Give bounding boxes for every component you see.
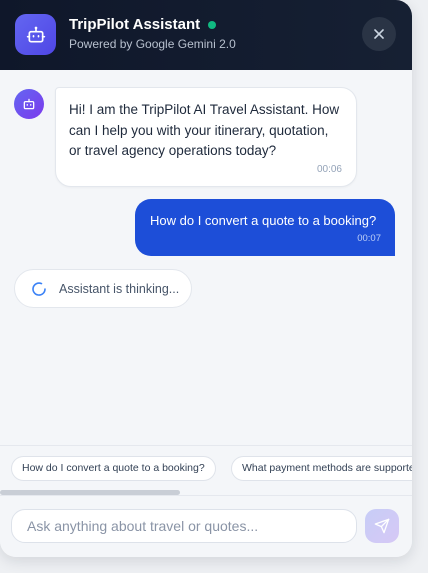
chat-panel: TripPilot Assistant Powered by Google Ge… — [0, 0, 412, 557]
send-button[interactable] — [365, 509, 399, 543]
robot-icon — [15, 14, 56, 55]
suggestion-chip[interactable]: How do I convert a quote to a booking? — [11, 456, 216, 481]
suggestion-chip[interactable]: What payment methods are supported? — [231, 456, 412, 481]
assistant-avatar — [14, 89, 44, 119]
chat-header: TripPilot Assistant Powered by Google Ge… — [0, 0, 412, 70]
message-timestamp: 00:07 — [357, 233, 381, 244]
composer — [0, 495, 412, 557]
user-message-text: How do I convert a quote to a booking? — [150, 213, 377, 228]
robot-icon — [23, 98, 35, 110]
suggestions-bar: How do I convert a quote to a booking? W… — [0, 445, 412, 496]
assistant-subtitle: Powered by Google Gemini 2.0 — [69, 37, 236, 51]
close-button[interactable] — [362, 17, 396, 51]
close-icon — [374, 29, 384, 39]
online-status-indicator — [208, 20, 217, 29]
thinking-indicator: Assistant is thinking... — [14, 269, 192, 308]
assistant-message: Hi! I am the TripPilot AI Travel Assista… — [55, 87, 357, 187]
assistant-title: TripPilot Assistant — [69, 16, 217, 33]
send-icon — [374, 518, 390, 534]
spinner-icon — [32, 281, 46, 296]
message-input[interactable] — [11, 509, 357, 543]
user-message: How do I convert a quote to a booking? 0… — [135, 199, 395, 256]
thinking-text: Assistant is thinking... — [59, 281, 180, 296]
assistant-name: TripPilot Assistant — [69, 16, 201, 33]
message-timestamp: 00:06 — [316, 164, 342, 175]
assistant-message-text: Hi! I am the TripPilot AI Travel Assista… — [69, 102, 340, 158]
